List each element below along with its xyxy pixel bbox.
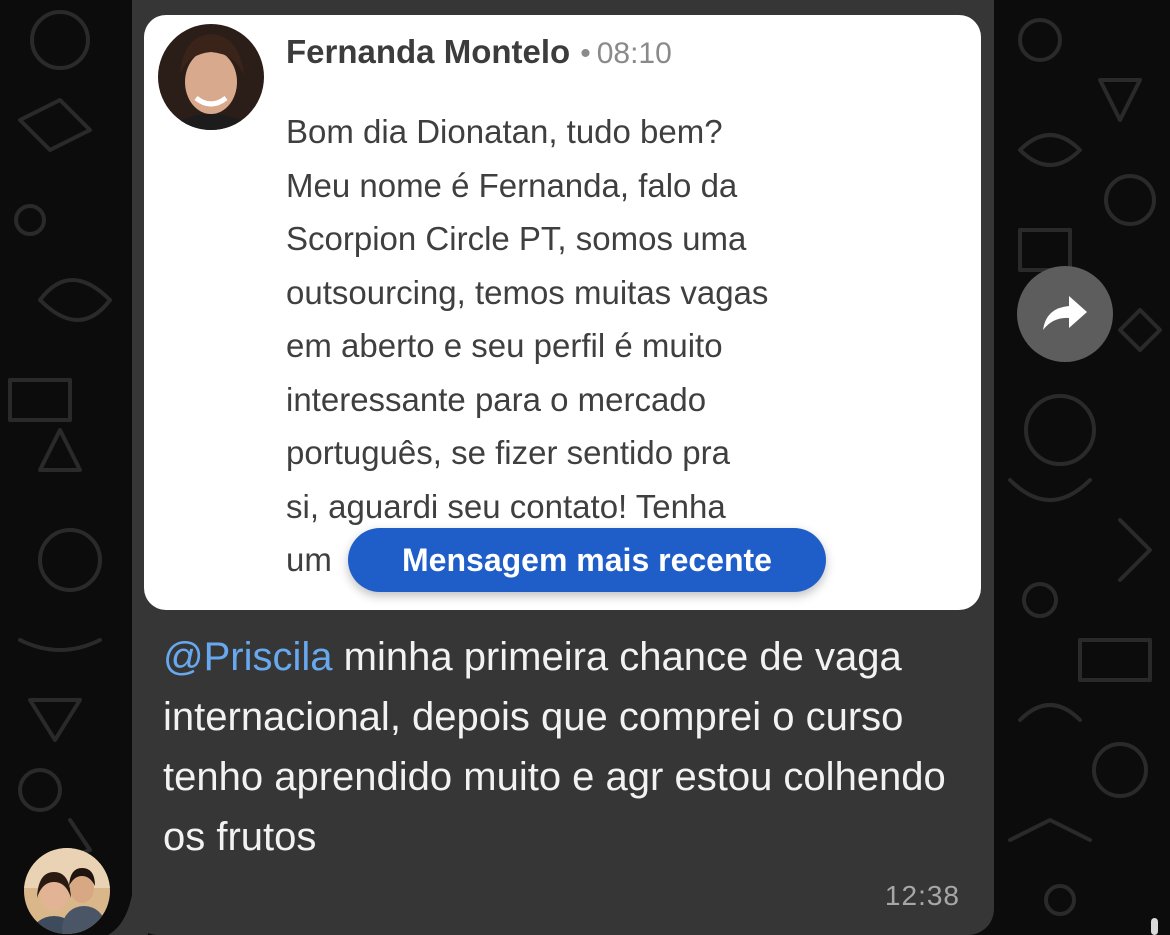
quoted-line: interessante para o mercado — [286, 380, 707, 418]
header-separator: • — [580, 37, 591, 70]
forward-arrow-icon — [1043, 296, 1087, 330]
mention-link[interactable]: @Priscila — [163, 635, 333, 679]
forward-button[interactable] — [1017, 266, 1113, 362]
message-text: @Priscila minha primeira chance de vaga … — [163, 627, 963, 867]
quoted-linkedin-message-screenshot[interactable]: Fernanda Montelo • 08:10 Bom dia Dionatan,… — [144, 15, 981, 610]
quoted-message-text: Bom dia Dionatan, tudo bem? Meu nome é F… — [286, 105, 966, 587]
author-name: Fernanda Montelo — [286, 33, 571, 70]
post-header: Fernanda Montelo • 08:10 — [286, 33, 672, 71]
quoted-line: outsourcing, temos muitas vagas — [286, 273, 769, 311]
quoted-line: Scorpion Circle PT, somos uma — [286, 220, 747, 257]
quoted-line: em aberto e seu perfil é muito — [286, 327, 723, 364]
quoted-line: Bom dia Dionatan, tudo bem? — [286, 113, 723, 150]
quoted-line: si, aguardi seu contato! Tenha — [286, 487, 726, 525]
post-time: 08:10 — [596, 37, 672, 70]
bubble-tail — [108, 895, 148, 935]
message-timestamp: 12:38 — [884, 880, 960, 911]
chat-screen: Fernanda Montelo • 08:10 Bom dia Dionatan,… — [0, 0, 1170, 935]
recent-message-button[interactable]: Mensagem mais recente — [348, 528, 826, 592]
group-profile-photo-icon[interactable] — [24, 848, 110, 934]
quoted-line: um — [286, 541, 332, 578]
profile-photo-icon — [158, 24, 264, 130]
quoted-line: português, se fizer sentido pra — [286, 434, 730, 471]
scroll-indicator[interactable] — [1151, 918, 1158, 935]
quoted-line: Meu nome é Fernanda, falo da — [286, 166, 738, 204]
